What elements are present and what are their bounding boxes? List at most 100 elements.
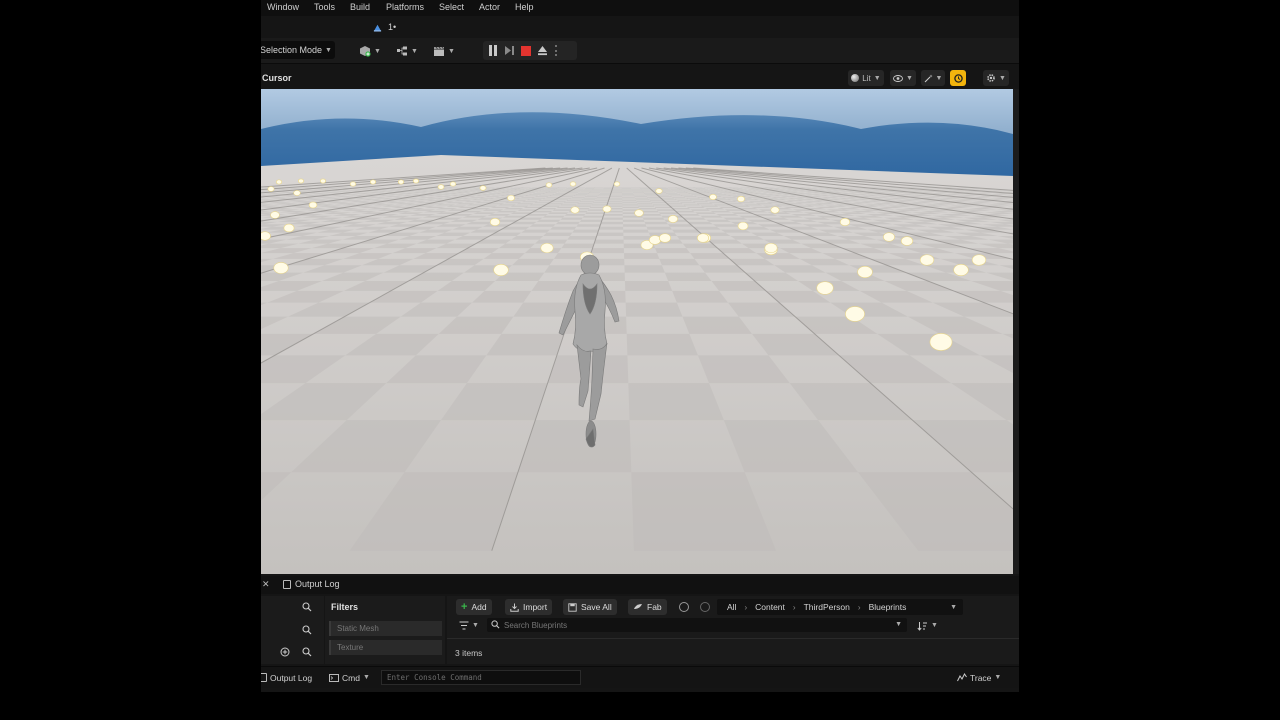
forward-icon[interactable] — [700, 602, 710, 612]
search-blueprints-input[interactable]: Search Blueprints ▼ — [487, 618, 907, 632]
menu-actor[interactable]: Actor — [479, 2, 500, 12]
import-button[interactable]: Import — [505, 599, 553, 615]
floor-tile — [609, 196, 623, 197]
chevron-down-icon[interactable]: ▼ — [472, 622, 479, 629]
floor-tile — [624, 253, 660, 259]
add-button[interactable]: + Add — [456, 599, 492, 615]
floor-tile — [579, 219, 603, 222]
floor-tile — [692, 201, 709, 203]
blueprints-button[interactable]: ▼ — [396, 42, 418, 60]
floor-tile — [710, 210, 732, 213]
floor-tile — [538, 194, 552, 196]
trace-icon — [957, 673, 967, 682]
fab-button[interactable]: Fab — [628, 599, 667, 615]
eject-icon[interactable] — [537, 45, 548, 56]
floor-tile — [665, 192, 679, 194]
floor-tile — [643, 192, 656, 194]
filter-icon[interactable] — [459, 621, 469, 630]
chevron-down-icon: ▼ — [325, 46, 332, 54]
menu-platforms[interactable]: Platforms — [386, 2, 424, 12]
menu-help[interactable]: Help — [515, 2, 534, 12]
floor-tile — [648, 198, 663, 200]
close-icon[interactable]: ✕ — [262, 579, 270, 590]
coin-pickup — [275, 179, 283, 185]
floor-tile — [622, 194, 634, 195]
coin-pickup — [602, 205, 612, 213]
realtime-icon — [953, 73, 963, 83]
realtime-toggle-button[interactable] — [950, 70, 966, 86]
sort-icon[interactable] — [917, 621, 928, 631]
coin-pickup — [659, 233, 671, 243]
floor-tile — [572, 229, 599, 233]
floor-tile — [671, 196, 686, 198]
menu-select[interactable]: Select — [439, 2, 464, 12]
back-icon[interactable] — [679, 602, 689, 612]
more-options-icon[interactable] — [554, 45, 558, 56]
search-icon[interactable] — [302, 625, 312, 635]
floor-tile — [610, 194, 623, 196]
floor-tile — [542, 215, 565, 218]
floor-tile — [586, 194, 599, 196]
import-icon — [510, 603, 519, 612]
breadcrumb-all[interactable]: All — [727, 602, 736, 612]
lit-view-mode-button[interactable]: Lit ▼ — [848, 70, 884, 86]
floor-tile — [541, 193, 555, 195]
floor-tile — [582, 215, 604, 218]
floor-tile — [510, 205, 529, 207]
search-icon[interactable] — [302, 647, 312, 657]
filter-texture[interactable]: Texture — [329, 640, 442, 655]
floor-tile — [600, 191, 612, 193]
selection-mode-dropdown[interactable]: Selection Mode ▼ — [261, 41, 335, 59]
floor-tile — [666, 203, 684, 205]
level-viewport[interactable] — [261, 89, 1013, 574]
floor-tile — [641, 214, 662, 216]
floor-tile — [647, 196, 661, 198]
output-log-button[interactable]: Output Log — [261, 670, 312, 685]
chevron-down-icon[interactable]: ▼ — [931, 622, 938, 629]
floor-tile — [552, 209, 572, 211]
coin-pickup — [816, 281, 834, 295]
scalability-button[interactable]: ▼ — [921, 70, 945, 86]
floor-tile — [547, 212, 569, 215]
coin-pickup — [900, 236, 914, 246]
advance-frame-icon[interactable] — [504, 45, 515, 56]
menu-window[interactable]: Window — [267, 2, 299, 12]
level-tab[interactable]: 1• — [373, 20, 396, 34]
floor-tile — [678, 214, 701, 216]
search-placeholder: Search Blueprints — [504, 620, 568, 630]
floor-tile — [664, 191, 676, 193]
show-flags-button[interactable]: ▼ — [890, 70, 916, 86]
coin-pickup — [919, 254, 935, 266]
floor-tile — [621, 192, 634, 194]
tab-output-log[interactable]: Output Log — [283, 579, 340, 589]
console-command-input[interactable]: Enter Console Command — [381, 670, 581, 685]
add-actor-button[interactable]: ▼ — [359, 42, 381, 60]
breadcrumb-blueprints[interactable]: Blueprints — [869, 602, 907, 612]
viewport-scrollbar[interactable] — [1013, 89, 1019, 574]
filter-static-mesh[interactable]: Static Mesh — [329, 621, 442, 636]
viewport-settings-button[interactable]: ▼ — [983, 70, 1009, 86]
floor-tile — [623, 229, 649, 233]
stop-icon[interactable] — [521, 45, 531, 56]
add-circle-icon[interactable] — [280, 647, 290, 657]
coin-pickup — [493, 264, 509, 276]
cinematics-button[interactable]: ▼ — [433, 42, 455, 60]
floor-tile — [622, 202, 638, 204]
menu-build[interactable]: Build — [350, 2, 370, 12]
search-icon[interactable] — [302, 602, 312, 612]
pause-icon[interactable] — [488, 45, 498, 56]
breadcrumb-thirdperson[interactable]: ThirdPerson — [804, 602, 850, 612]
floor-tile — [598, 226, 624, 230]
chevron-down-icon[interactable]: ▼ — [950, 604, 957, 611]
floor-tile — [596, 232, 624, 236]
cmd-dropdown[interactable]: Cmd ▼ — [329, 670, 370, 685]
coin-pickup — [308, 201, 318, 209]
add-label: Add — [471, 602, 487, 612]
breadcrumb-content[interactable]: Content — [755, 602, 785, 612]
save-all-button[interactable]: Save All — [563, 599, 617, 615]
trace-dropdown[interactable]: Trace ▼ — [957, 670, 1001, 685]
menu-tools[interactable]: Tools — [314, 2, 335, 12]
floor-tile — [637, 205, 655, 207]
floor-tile — [662, 190, 674, 192]
chevron-down-icon[interactable]: ▼ — [895, 621, 902, 628]
